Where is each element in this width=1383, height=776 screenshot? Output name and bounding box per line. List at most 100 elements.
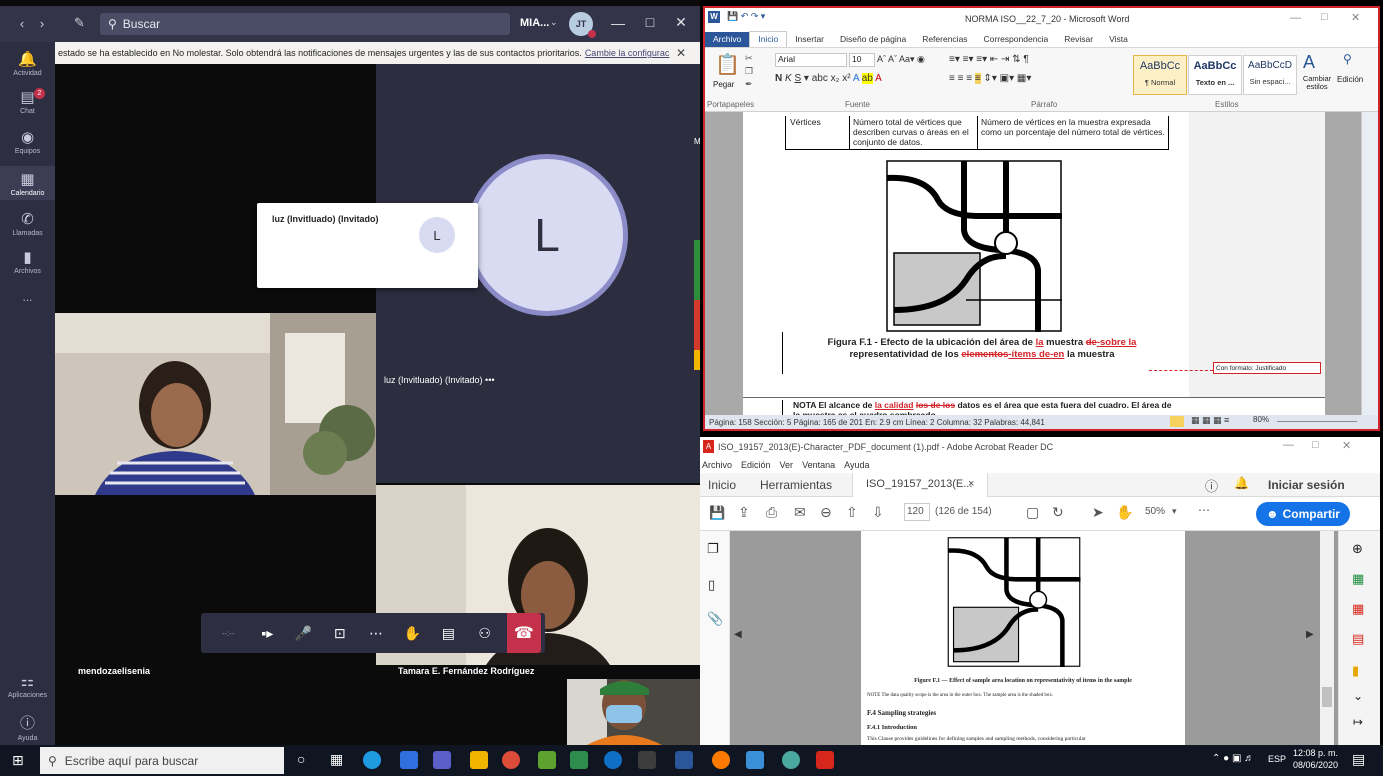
page-up-icon[interactable]: ⇧ [846, 504, 858, 521]
share-button[interactable]: ☻ Compartir [1256, 502, 1350, 526]
rail-item-calendar[interactable]: ▦ Calendario [0, 166, 55, 200]
app-icon[interactable] [746, 751, 764, 769]
windows-start-icon[interactable]: ⊞ [12, 752, 24, 769]
tab-herramientas[interactable]: Herramientas [760, 478, 832, 492]
tab-referencias[interactable]: Referencias [914, 32, 975, 47]
notification-center-icon[interactable]: ▤ [1352, 751, 1365, 768]
edit-button[interactable]: Edición [1337, 75, 1363, 84]
minimize-icon[interactable]: — [1283, 439, 1294, 451]
camera-icon[interactable]: ▪▸ [253, 625, 281, 642]
paragraph-list-icons[interactable]: ≡▾ ≡▾ ≡▾ ⇤ ⇥ ⇅ ¶ [949, 54, 1029, 65]
upload-icon[interactable]: ⇪ [738, 504, 750, 521]
rail-item-calls[interactable]: ✆ Llamadas [0, 210, 55, 242]
cursor-icon[interactable]: ➤ [1092, 504, 1104, 521]
task-view-icon[interactable]: ▦ [330, 751, 343, 768]
format-balloon[interactable]: Con formato: Justificado [1213, 362, 1321, 374]
zoom-level[interactable]: 80% [1253, 415, 1269, 424]
menu-ayuda[interactable]: Ayuda [844, 460, 869, 470]
tab-diseno[interactable]: Diseño de página [832, 32, 914, 47]
change-styles-icon[interactable]: A [1303, 52, 1315, 73]
edge-icon[interactable] [363, 751, 381, 769]
back-arrow-icon[interactable]: ‹ [14, 16, 30, 31]
teams-search-input[interactable]: ⚲ Buscar [100, 13, 510, 35]
compose-icon[interactable]: ✎ [74, 15, 85, 31]
tab-vista[interactable]: Vista [1101, 32, 1136, 47]
rotate-icon[interactable]: ↻ [1052, 504, 1064, 521]
close-tab-icon[interactable]: × [968, 478, 974, 490]
chevron-down-icon[interactable]: ⌄ [1353, 689, 1363, 703]
input-language[interactable]: ESP [1268, 754, 1286, 764]
zoom-out-icon[interactable]: ⊖ [820, 504, 832, 521]
rail-item-apps[interactable]: ⚏ Aplicaciones [0, 672, 55, 702]
app-icon[interactable] [638, 751, 656, 769]
zoom-slider[interactable] [1277, 421, 1357, 422]
rail-item-files[interactable]: ▮ Archivos [0, 248, 55, 280]
print-icon[interactable]: ⎙ [766, 504, 777, 521]
app-icon[interactable] [400, 751, 418, 769]
menu-ventana[interactable]: Ventana [802, 460, 835, 470]
attachment-icon[interactable]: 📎 [707, 611, 723, 627]
paragraph-align-icons[interactable]: ≡ ≡ ≡ ≡ ⇕▾ ▣▾ ▦▾ [949, 73, 1031, 84]
menu-edicion[interactable]: Edición [741, 460, 771, 470]
file-explorer-icon[interactable] [470, 751, 488, 769]
pdf-viewer[interactable]: ◀ Figure F.1 — Effect of sample area loc… [730, 531, 1338, 745]
paste-label[interactable]: Pegar [713, 80, 734, 89]
bookmark-icon[interactable]: ▯ [708, 577, 715, 593]
pdf-scroll-thumb[interactable] [1322, 687, 1332, 707]
vertical-scrollbar[interactable] [1361, 112, 1378, 415]
rail-item-help[interactable]: ⓘ Ayuda [0, 712, 55, 742]
acrobat-icon[interactable] [816, 751, 834, 769]
participants-icon[interactable]: ⚇ [471, 625, 499, 642]
view-mode-icons[interactable]: ▦ ▦ ▦ ≡ [1191, 415, 1229, 426]
close-icon[interactable]: ✕ [668, 14, 694, 31]
zoom-in-icon[interactable]: ⊕ [1352, 541, 1363, 557]
font-grow-icons[interactable]: Aˆ Aˇ Aa▾ ◉ [877, 54, 925, 65]
save-icon[interactable]: 💾 [709, 505, 725, 521]
find-icon[interactable]: ⚲ [1343, 52, 1352, 66]
view-print-icon[interactable] [1170, 416, 1184, 427]
tab-correspondencia[interactable]: Correspondencia [976, 32, 1057, 47]
maximize-icon[interactable]: □ [1321, 11, 1328, 23]
more-tools-icon[interactable]: ⋯ [1198, 503, 1210, 517]
cortana-icon[interactable]: ○ [297, 751, 305, 767]
internet-explorer-icon[interactable] [604, 751, 622, 769]
menu-archivo[interactable]: Archivo [702, 460, 732, 470]
participant-video-1[interactable] [55, 313, 376, 495]
chevron-down-icon[interactable]: ⌄ [550, 17, 558, 28]
email-icon[interactable]: ✉ [794, 504, 806, 521]
help-icon[interactable]: ⓘ [1205, 476, 1218, 495]
style-no-spacing[interactable]: AaBbCcD Sin espaci... [1243, 55, 1297, 95]
collapse-panel-icon[interactable]: ↦ [1353, 715, 1363, 729]
minimize-icon[interactable]: — [605, 15, 631, 31]
close-icon[interactable]: ✕ [1342, 439, 1351, 452]
taskbar-search-input[interactable]: ⚲ Escribe aquí para buscar [40, 747, 284, 774]
left-arrow-icon[interactable]: ◀ [734, 629, 742, 640]
quick-access-icons[interactable]: 💾 ↶ ↷ ▾ [727, 11, 765, 22]
chrome-icon[interactable] [502, 751, 520, 769]
maximize-icon[interactable]: □ [637, 14, 663, 30]
minimize-icon[interactable]: — [1290, 12, 1301, 24]
thumbnails-icon[interactable]: ❐ [707, 541, 719, 557]
org-switcher[interactable]: MIA... [520, 17, 549, 29]
style-normal[interactable]: AaBbCc ¶ Normal [1133, 55, 1187, 95]
clock-time[interactable]: 12:08 p. m. [1293, 748, 1338, 758]
system-tray-icons[interactable]: ⌃ ● ▣ ♬ [1212, 753, 1254, 764]
forward-arrow-icon[interactable]: › [34, 16, 50, 31]
tab-inicio[interactable]: Inicio [708, 478, 736, 492]
hand-tool-icon[interactable]: ✋ [1116, 504, 1133, 521]
tab-archivo[interactable]: Archivo [705, 32, 750, 47]
font-format-icons[interactable]: N K S ▾ abc x₂ x² A ab A [775, 73, 882, 84]
change-styles-button[interactable]: Cambiar estilos [1298, 75, 1336, 91]
more-actions-icon[interactable]: ⋯ [362, 625, 390, 642]
microphone-icon[interactable]: 🎤 [290, 625, 318, 642]
zoom-select[interactable]: 50% [1145, 506, 1165, 517]
participant-name-luz[interactable]: luz (Invitluado) (Invitado) ••• [384, 375, 495, 385]
tab-insertar[interactable]: Insertar [787, 32, 832, 47]
pdf-scrollbar[interactable] [1320, 531, 1334, 745]
rail-item-teams[interactable]: ◉ Equipos [0, 128, 55, 160]
create-pdf-icon[interactable]: ▦ [1352, 601, 1364, 617]
page-down-icon[interactable]: ⇩ [872, 504, 884, 521]
tab-revisar[interactable]: Revisar [1056, 32, 1101, 47]
clipboard-icons[interactable]: ✂ ❐ ✒ [745, 52, 753, 91]
notification-bell-icon[interactable]: 🔔 [1234, 476, 1249, 490]
